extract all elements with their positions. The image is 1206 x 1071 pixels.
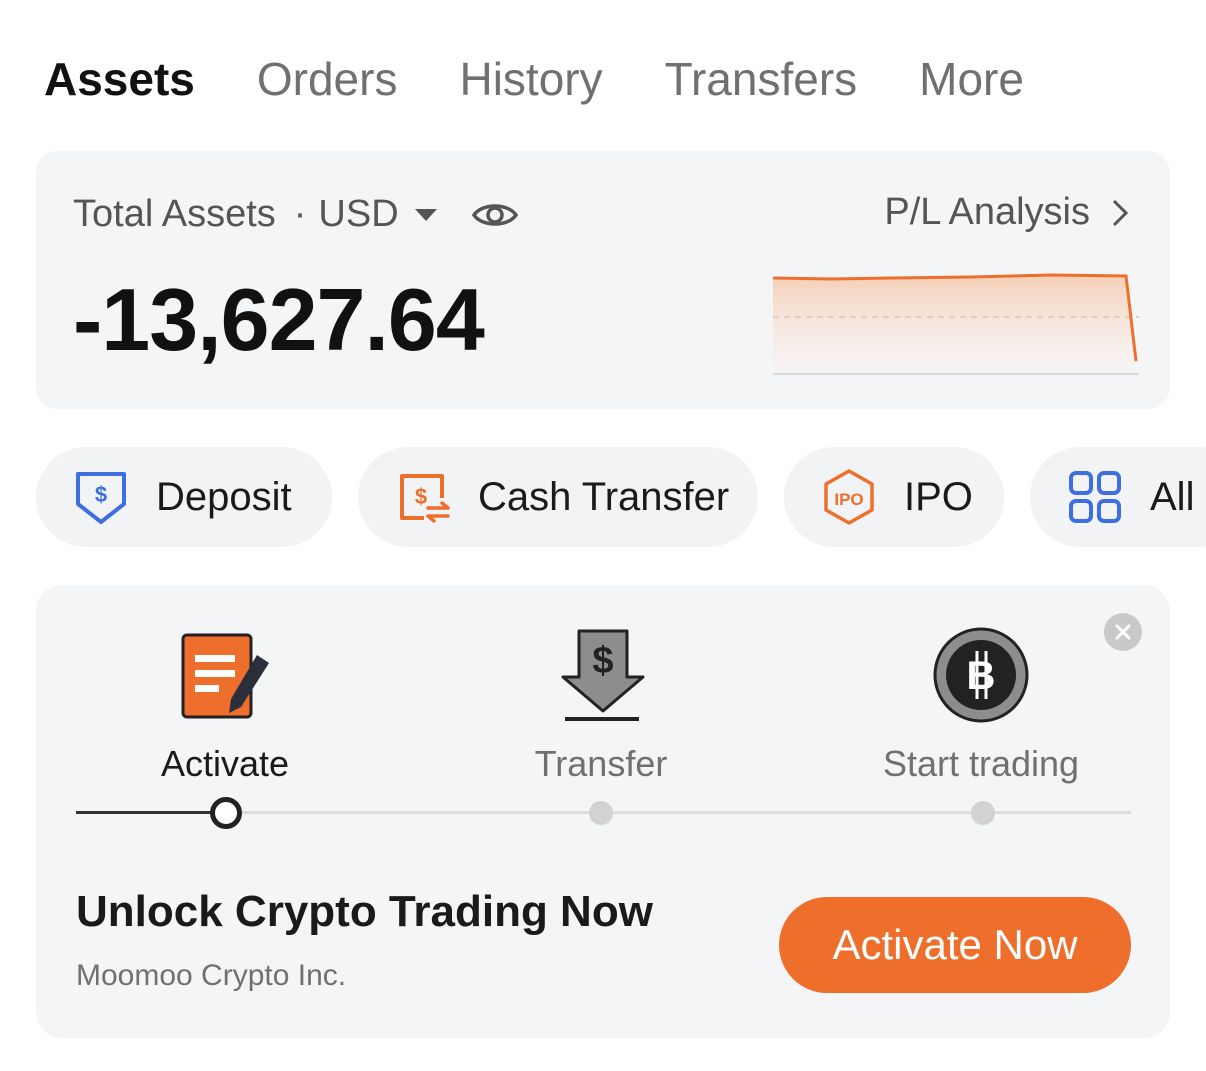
- step-start-trading: B Start trading: [851, 625, 1111, 785]
- crypto-onboarding-card: Activate $ Transfer B Start trading Unlo…: [36, 585, 1170, 1038]
- tab-more[interactable]: More: [919, 48, 1024, 110]
- caret-down-icon: [414, 208, 437, 221]
- svg-text:IPO: IPO: [834, 490, 863, 509]
- tab-assets[interactable]: Assets: [40, 48, 195, 110]
- cash-transfer-label: Cash Transfer: [478, 474, 730, 519]
- deposit-button[interactable]: $ Deposit: [36, 447, 332, 547]
- pl-analysis-link[interactable]: P/L Analysis: [884, 191, 1130, 234]
- tab-orders-label: Orders: [256, 53, 398, 105]
- assets-page: Assets Orders History Transfers More Tot…: [0, 0, 1206, 1071]
- activate-now-label: Activate Now: [832, 921, 1078, 968]
- document-edit-icon: [181, 633, 269, 719]
- svg-text:$: $: [415, 484, 427, 509]
- all-button[interactable]: All: [1030, 447, 1206, 547]
- separator-dot: ·: [293, 193, 307, 235]
- activate-now-button[interactable]: Activate Now: [779, 897, 1131, 993]
- total-assets-header: Total Assets · USD: [73, 193, 519, 236]
- currency-selector[interactable]: USD: [318, 193, 470, 236]
- quick-actions: $ Deposit $ Cash Transfer IPO IPO All: [36, 447, 1206, 547]
- pl-sparkline[interactable]: [771, 269, 1141, 379]
- grid-icon: [1069, 471, 1121, 523]
- step-transfer: $ Transfer: [471, 625, 731, 785]
- tab-more-label: More: [919, 53, 1024, 105]
- svg-text:$: $: [592, 640, 613, 682]
- ipo-label: IPO: [904, 474, 973, 519]
- step-dot-transfer: [589, 801, 613, 825]
- step-transfer-label: Transfer: [534, 743, 668, 784]
- tab-history-label: History: [459, 53, 603, 105]
- close-icon: [1115, 624, 1131, 640]
- tab-history[interactable]: History: [459, 48, 602, 110]
- ipo-icon: IPO: [824, 469, 874, 525]
- svg-text:B: B: [967, 654, 996, 698]
- ipo-button[interactable]: IPO IPO: [784, 447, 1004, 547]
- eye-icon[interactable]: [471, 198, 519, 232]
- step-activate-label: Activate: [160, 743, 290, 784]
- bitcoin-icon: B: [933, 627, 1029, 723]
- promo-title: Unlock Crypto Trading Now: [76, 887, 653, 936]
- total-assets-card: Total Assets · USD P/L Analysis -13,627.…: [36, 151, 1170, 409]
- cash-transfer-icon: $: [400, 474, 450, 523]
- tab-transfers[interactable]: Transfers: [665, 48, 858, 110]
- currency-label: USD: [318, 193, 399, 235]
- step-dot-activate: [210, 797, 242, 829]
- cash-transfer-button[interactable]: $ Cash Transfer: [358, 447, 758, 547]
- total-assets-value: -13,627.64: [73, 270, 485, 369]
- total-assets-label: Total Assets: [73, 193, 276, 235]
- svg-text:$: $: [95, 482, 107, 507]
- deposit-icon: $: [76, 472, 126, 524]
- top-tabs: Assets Orders History Transfers More: [40, 48, 1024, 118]
- progress-track-fill: [76, 811, 226, 814]
- step-dot-start-trading: [971, 801, 995, 825]
- promo-subtitle: Moomoo Crypto Inc.: [76, 959, 347, 992]
- chevron-right-icon: [1112, 199, 1129, 226]
- all-label: All: [1150, 474, 1195, 519]
- deposit-label: Deposit: [156, 474, 292, 519]
- step-activate: Activate: [95, 625, 355, 785]
- pl-analysis-label: P/L Analysis: [884, 191, 1090, 233]
- tab-orders[interactable]: Orders: [257, 48, 398, 110]
- dollar-download-icon: $: [561, 629, 645, 721]
- step-start-trading-label: Start trading: [882, 743, 1080, 784]
- tab-assets-label: Assets: [44, 53, 195, 105]
- tab-transfers-label: Transfers: [664, 53, 858, 105]
